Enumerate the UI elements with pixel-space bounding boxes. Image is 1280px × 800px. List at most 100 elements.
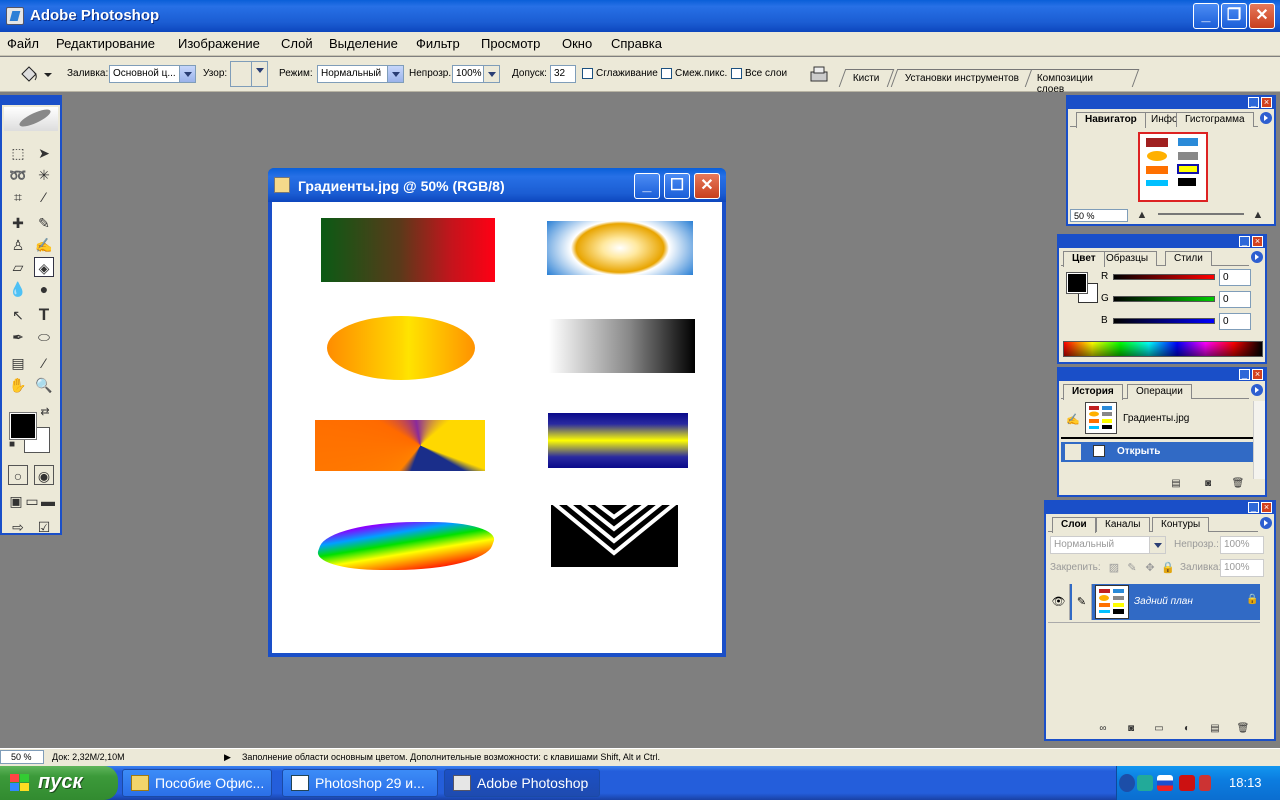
trash-icon[interactable]: 🗑 (1231, 477, 1245, 491)
tab-swatches[interactable]: Образцы (1097, 251, 1158, 266)
channel-r-input[interactable]: 0 (1219, 269, 1251, 286)
magic-wand-icon[interactable]: ✳ (34, 165, 54, 185)
brush-tool-icon[interactable]: ✎ (34, 213, 54, 233)
adjustment-layer-icon[interactable]: ◐ (1180, 722, 1194, 736)
imageready-jump-icon[interactable]: ⇨ (8, 517, 28, 537)
new-snapshot-icon[interactable]: ◙ (1201, 477, 1215, 491)
status-zoom-input[interactable]: 50 % (0, 750, 44, 764)
tab-layers[interactable]: Слои (1052, 517, 1096, 533)
swap-colors-icon[interactable]: ⇄ (38, 405, 52, 419)
pattern-picker[interactable] (230, 61, 268, 87)
opacity-input[interactable]: 100% (452, 65, 500, 83)
standard-mode-icon[interactable]: ○ (8, 465, 28, 485)
channel-r-slider[interactable] (1113, 274, 1215, 280)
maximize-button[interactable]: ❐ (1221, 3, 1247, 29)
navigator-thumbnail[interactable] (1138, 132, 1208, 202)
paint-bucket-preset-icon[interactable] (18, 64, 58, 84)
zoom-in-icon[interactable]: ▲ (1248, 205, 1268, 225)
layer-row-background[interactable]: 👁 ✎ Задний план 🔒 (1048, 584, 1260, 620)
lock-all-icon[interactable]: 🔒 (1158, 558, 1178, 578)
menu-layer[interactable]: Слой (281, 36, 313, 51)
tab-layer-comps[interactable]: Композиции слоев (1024, 69, 1140, 95)
panel-minimize-button[interactable]: _ (1239, 236, 1250, 247)
color-fg-swatch[interactable] (1066, 272, 1088, 294)
layer-fill-input[interactable]: 100% (1220, 559, 1264, 577)
eye-visibility-icon[interactable]: 👁 (1048, 584, 1070, 620)
fill-select[interactable]: Основной ц... (109, 65, 196, 83)
pen-tool-icon[interactable]: ✒ (8, 327, 28, 347)
tolerance-input[interactable]: 32 (550, 65, 576, 83)
brush-link-icon[interactable]: ✎ (1072, 584, 1092, 620)
paint-bucket-icon[interactable]: ◈ (34, 257, 54, 277)
doc-close-button[interactable]: ✕ (694, 173, 720, 199)
navigator-zoom-slider[interactable] (1158, 213, 1244, 215)
network-icon[interactable] (1137, 775, 1153, 791)
checkmark-icon[interactable]: ☑ (34, 517, 54, 537)
menu-file[interactable]: Файл (7, 36, 39, 51)
task-word-doc[interactable]: Photoshop 29 и... (282, 769, 438, 797)
menu-window[interactable]: Окно (562, 36, 592, 51)
tab-channels[interactable]: Каналы (1096, 517, 1150, 532)
layer-opacity-input[interactable]: 100% (1220, 536, 1264, 554)
type-tool-icon[interactable]: T (34, 305, 54, 325)
contiguous-checkbox[interactable] (661, 68, 672, 79)
panel-menu-icon[interactable] (1251, 384, 1263, 396)
panel-minimize-button[interactable]: _ (1248, 97, 1259, 108)
channel-b-input[interactable]: 0 (1219, 313, 1251, 330)
dodge-tool-icon[interactable]: ● (34, 279, 54, 299)
history-brush-icon[interactable]: ✍ (34, 235, 54, 255)
tray-expand-icon[interactable] (1119, 774, 1135, 792)
tab-color[interactable]: Цвет (1063, 251, 1105, 267)
tab-styles[interactable]: Стили (1165, 251, 1212, 266)
menu-filter[interactable]: Фильтр (416, 36, 460, 51)
ellipse-tool-icon[interactable]: ⬭ (34, 327, 54, 347)
panel-close-button[interactable]: × (1252, 236, 1263, 247)
tab-actions[interactable]: Операции (1127, 384, 1192, 399)
tab-paths[interactable]: Контуры (1152, 517, 1210, 532)
file-browser-icon[interactable] (808, 63, 830, 85)
navigator-zoom-input[interactable]: 50 % (1070, 209, 1128, 222)
panel-minimize-button[interactable]: _ (1248, 502, 1259, 513)
tab-brushes[interactable]: Кисти (838, 69, 894, 87)
history-snapshot-row[interactable]: ✍ Градиенты.jpg (1061, 401, 1253, 439)
new-layer-icon[interactable]: ▤ (1208, 722, 1222, 736)
delete-layer-icon[interactable]: 🗑 (1236, 722, 1250, 736)
channel-g-input[interactable]: 0 (1219, 291, 1251, 308)
menu-edit[interactable]: Редактирование (56, 36, 155, 51)
tab-history[interactable]: История (1063, 384, 1123, 400)
panel-close-button[interactable]: × (1261, 97, 1272, 108)
menu-image[interactable]: Изображение (178, 36, 260, 51)
quick-mask-icon[interactable]: ◉ (34, 465, 54, 485)
russian-language-icon[interactable] (1157, 775, 1173, 791)
history-brush-source-icon[interactable]: ✍ (1063, 410, 1083, 430)
channel-b-slider[interactable] (1113, 318, 1215, 324)
usb-device-icon[interactable] (1199, 775, 1211, 791)
history-scrollbar[interactable] (1253, 401, 1265, 479)
panel-minimize-button[interactable]: _ (1239, 369, 1250, 380)
panel-close-button[interactable]: × (1261, 502, 1272, 513)
new-document-from-state-icon[interactable]: ▤ (1169, 477, 1183, 491)
move-tool-icon[interactable]: ➤ (34, 143, 54, 163)
panel-menu-icon[interactable] (1260, 517, 1272, 529)
mode-select[interactable]: Нормальный (317, 65, 404, 83)
link-layers-icon[interactable]: ∞ (1096, 722, 1110, 736)
close-button[interactable]: ✕ (1249, 3, 1275, 29)
lock-position-icon[interactable]: ✥ (1140, 558, 1160, 578)
lock-transparency-icon[interactable]: ▨ (1104, 558, 1124, 578)
menu-view[interactable]: Просмотр (481, 36, 540, 51)
tab-navigator[interactable]: Навигатор (1076, 112, 1146, 128)
new-group-icon[interactable]: ▭ (1152, 722, 1166, 736)
foreground-color-swatch[interactable] (9, 412, 37, 440)
doc-minimize-button[interactable]: _ (634, 173, 660, 199)
crop-tool-icon[interactable]: ⌗ (8, 187, 28, 207)
doc-maximize-button[interactable]: ☐ (664, 173, 690, 199)
eraser-tool-icon[interactable]: ▱ (8, 257, 28, 277)
image-canvas[interactable] (272, 202, 722, 653)
document-title-bar[interactable]: Градиенты.jpg @ 50% (RGB/8) _ ☐ ✕ (268, 168, 726, 202)
default-colors-icon[interactable]: ■ (6, 439, 18, 451)
minimize-button[interactable]: _ (1193, 3, 1219, 29)
task-folder[interactable]: Пособие Офис... (122, 769, 272, 797)
panel-menu-icon[interactable] (1251, 251, 1263, 263)
task-photoshop[interactable]: Adobe Photoshop (444, 769, 600, 797)
tab-histogram[interactable]: Гистограмма (1176, 112, 1254, 127)
